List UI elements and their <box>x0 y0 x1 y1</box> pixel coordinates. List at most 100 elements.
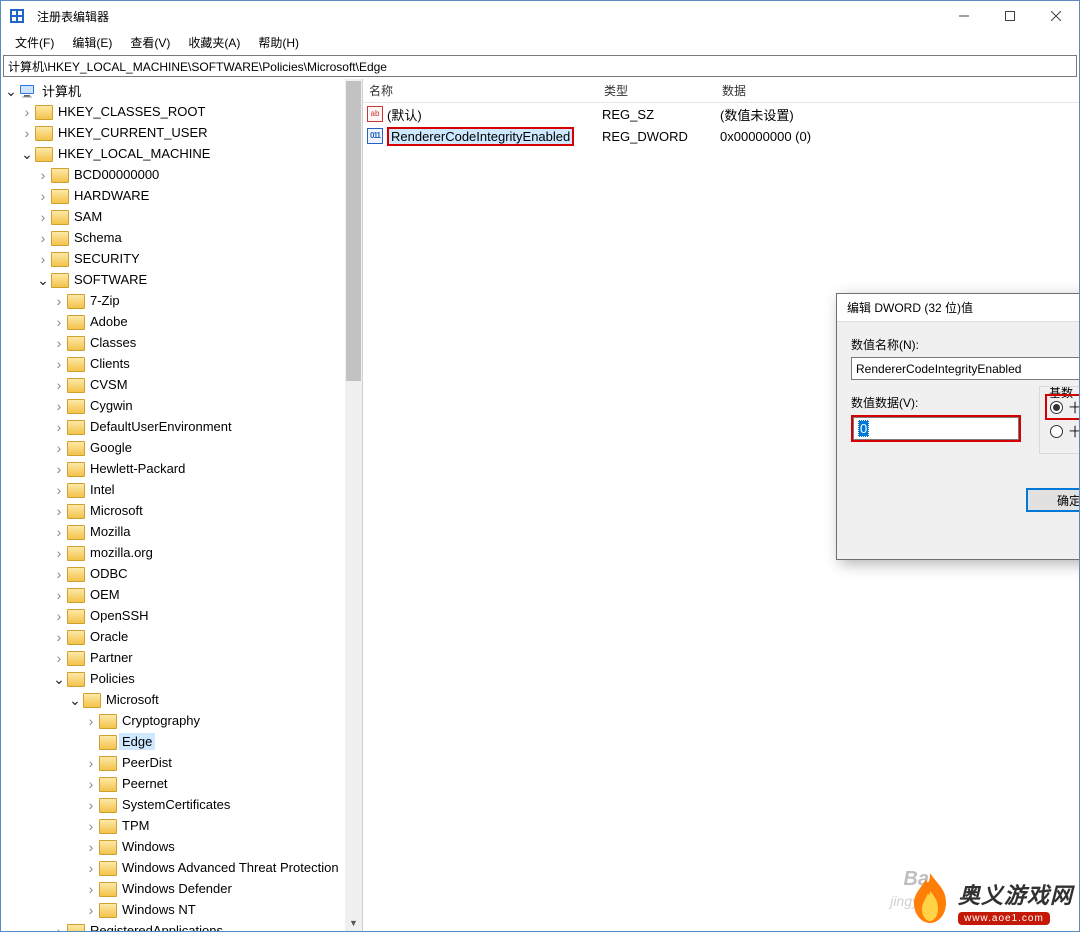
menu-favorites[interactable]: 收藏夹(A) <box>180 32 248 53</box>
scroll-thumb[interactable] <box>346 81 361 381</box>
expand-icon[interactable]: › <box>51 441 67 455</box>
tree-node[interactable]: ⌄Policies <box>1 668 345 689</box>
col-data[interactable]: 数据 <box>716 82 1079 99</box>
collapse-icon[interactable]: ⌄ <box>67 693 83 707</box>
tree-node[interactable]: ›TPM <box>1 815 345 836</box>
tree-node[interactable]: ›Microsoft <box>1 500 345 521</box>
expand-icon[interactable]: › <box>51 525 67 539</box>
tree-node[interactable]: ›Schema <box>1 227 345 248</box>
expand-icon[interactable]: › <box>35 210 51 224</box>
tree-node[interactable]: ›Windows NT <box>1 899 345 920</box>
tree-node[interactable]: ›Windows Advanced Threat Protection <box>1 857 345 878</box>
expand-icon[interactable]: › <box>51 630 67 644</box>
tree-node[interactable]: ›Hewlett-Packard <box>1 458 345 479</box>
tree-node[interactable]: ›mozilla.org <box>1 542 345 563</box>
value-name-input[interactable] <box>851 357 1079 380</box>
menu-file[interactable]: 文件(F) <box>7 32 62 53</box>
registry-tree[interactable]: ⌄计算机›HKEY_CLASSES_ROOT›HKEY_CURRENT_USER… <box>1 79 362 931</box>
expand-icon[interactable]: › <box>19 126 35 140</box>
tree-node[interactable]: ›Google <box>1 437 345 458</box>
minimize-button[interactable] <box>941 1 987 31</box>
expand-icon[interactable]: › <box>83 882 99 896</box>
expand-icon[interactable]: › <box>83 819 99 833</box>
expand-icon[interactable]: › <box>35 231 51 245</box>
collapse-icon[interactable]: ⌄ <box>35 273 51 287</box>
tree-node[interactable]: ›SystemCertificates <box>1 794 345 815</box>
tree-node[interactable]: ›Windows Defender <box>1 878 345 899</box>
expand-icon[interactable]: › <box>51 567 67 581</box>
expand-icon[interactable]: › <box>19 105 35 119</box>
expand-icon[interactable]: › <box>83 903 99 917</box>
tree-node[interactable]: ⌄计算机 <box>1 80 345 101</box>
expand-icon[interactable]: › <box>83 714 99 728</box>
expand-icon[interactable]: › <box>83 777 99 791</box>
expand-icon[interactable]: › <box>51 357 67 371</box>
tree-node[interactable]: ⌄HKEY_LOCAL_MACHINE <box>1 143 345 164</box>
expand-icon[interactable]: › <box>51 315 67 329</box>
value-row[interactable]: ab(默认)REG_SZ(数值未设置) <box>363 103 1079 125</box>
expand-icon[interactable]: › <box>51 399 67 413</box>
expand-icon[interactable]: › <box>51 483 67 497</box>
tree-node[interactable]: ›Cygwin <box>1 395 345 416</box>
tree-node[interactable]: ›Mozilla <box>1 521 345 542</box>
tree-node[interactable]: ›PeerDist <box>1 752 345 773</box>
tree-node[interactable]: ›Partner <box>1 647 345 668</box>
expand-icon[interactable]: › <box>35 189 51 203</box>
tree-node[interactable]: ›Clients <box>1 353 345 374</box>
expand-icon[interactable]: › <box>51 294 67 308</box>
tree-node[interactable]: ›HARDWARE <box>1 185 345 206</box>
expand-icon[interactable]: › <box>51 462 67 476</box>
tree-scrollbar[interactable]: ▲ ▼ <box>345 79 362 931</box>
expand-icon[interactable]: › <box>83 798 99 812</box>
tree-node[interactable]: ›Cryptography <box>1 710 345 731</box>
tree-node[interactable]: ›Windows <box>1 836 345 857</box>
col-type[interactable]: 类型 <box>598 82 716 99</box>
expand-icon[interactable]: › <box>51 651 67 665</box>
value-row[interactable]: 011RendererCodeIntegrityEnabledREG_DWORD… <box>363 125 1079 147</box>
expand-icon[interactable]: › <box>83 756 99 770</box>
tree-node[interactable]: ›RegisteredApplications <box>1 920 345 931</box>
expand-icon[interactable]: › <box>35 168 51 182</box>
tree-node[interactable]: Edge <box>1 731 345 752</box>
tree-node[interactable]: ›DefaultUserEnvironment <box>1 416 345 437</box>
ok-button[interactable]: 确定 <box>1026 488 1079 512</box>
menu-view[interactable]: 查看(V) <box>122 32 178 53</box>
radio-dec[interactable]: 十进制(D) <box>1046 419 1079 443</box>
scroll-down-icon[interactable]: ▼ <box>345 914 362 931</box>
address-bar[interactable]: 计算机\HKEY_LOCAL_MACHINE\SOFTWARE\Policies… <box>3 55 1077 77</box>
tree-node[interactable]: ›HKEY_CURRENT_USER <box>1 122 345 143</box>
tree-node[interactable]: ›SAM <box>1 206 345 227</box>
expand-icon[interactable]: › <box>51 378 67 392</box>
tree-node[interactable]: ⌄Microsoft <box>1 689 345 710</box>
tree-node[interactable]: ›Adobe <box>1 311 345 332</box>
expand-icon[interactable]: › <box>51 609 67 623</box>
tree-node[interactable]: ›OEM <box>1 584 345 605</box>
menu-edit[interactable]: 编辑(E) <box>64 32 120 53</box>
tree-node[interactable]: ›Peernet <box>1 773 345 794</box>
tree-node[interactable]: ›Oracle <box>1 626 345 647</box>
expand-icon[interactable]: › <box>51 546 67 560</box>
tree-node[interactable]: ›BCD00000000 <box>1 164 345 185</box>
expand-icon[interactable]: › <box>51 924 67 932</box>
tree-node[interactable]: ›7-Zip <box>1 290 345 311</box>
value-data-input[interactable]: 0 <box>853 417 1019 440</box>
tree-node[interactable]: ›HKEY_CLASSES_ROOT <box>1 101 345 122</box>
tree-node[interactable]: ›Classes <box>1 332 345 353</box>
expand-icon[interactable]: › <box>51 420 67 434</box>
collapse-icon[interactable]: ⌄ <box>19 147 35 161</box>
collapse-icon[interactable]: ⌄ <box>51 672 67 686</box>
close-button[interactable] <box>1033 1 1079 31</box>
radio-hex[interactable]: 十六进制(H) <box>1046 395 1079 419</box>
expand-icon[interactable]: › <box>35 252 51 266</box>
expand-icon[interactable]: › <box>83 840 99 854</box>
expand-icon[interactable]: › <box>51 336 67 350</box>
expand-icon[interactable]: › <box>51 504 67 518</box>
tree-node[interactable]: ⌄SOFTWARE <box>1 269 345 290</box>
tree-node[interactable]: ›ODBC <box>1 563 345 584</box>
tree-node[interactable]: ›Intel <box>1 479 345 500</box>
tree-node[interactable]: ›SECURITY <box>1 248 345 269</box>
expand-icon[interactable]: › <box>51 588 67 602</box>
tree-node[interactable]: ›CVSM <box>1 374 345 395</box>
menu-help[interactable]: 帮助(H) <box>250 32 307 53</box>
tree-node[interactable]: ›OpenSSH <box>1 605 345 626</box>
